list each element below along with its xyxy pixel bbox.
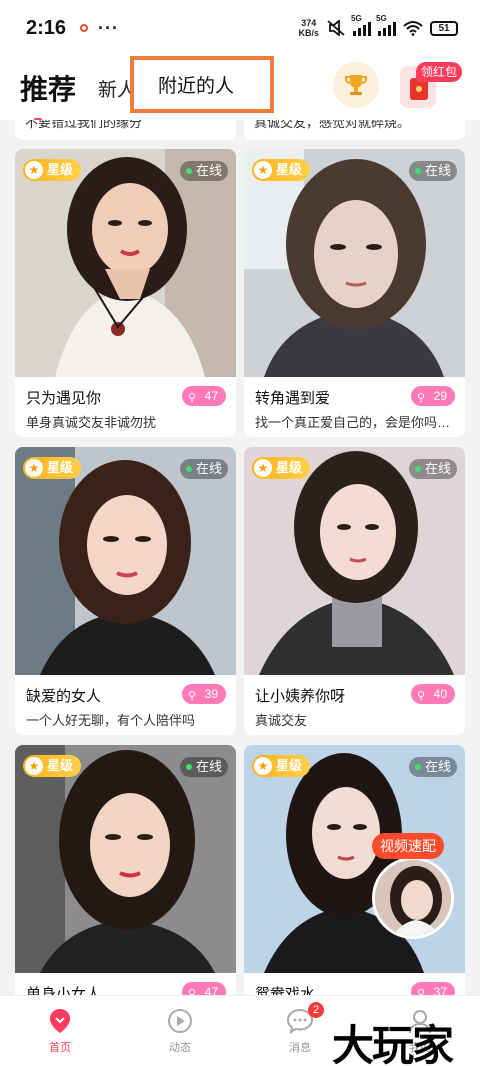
online-status: 在线 xyxy=(179,757,228,777)
profile-photo: ★ 星级 在线 xyxy=(15,745,236,973)
more-notifications-icon: ··· xyxy=(98,17,120,38)
profile-photo: ★ 星级 在线 xyxy=(15,447,236,675)
star-icon: ★ xyxy=(254,757,272,775)
vip-badge: ★ 星级 xyxy=(252,457,311,479)
vip-badge: ★ 星级 xyxy=(252,159,311,181)
key-icon: ⚲ xyxy=(417,690,426,702)
vip-badge: ★ 星级 xyxy=(252,755,311,777)
card-description: 单身真诚交友非诚勿扰 xyxy=(26,415,157,430)
tab-recommend[interactable]: 推荐 xyxy=(20,68,76,122)
network-speed: 374 KB/s xyxy=(298,18,319,38)
top-tab-bar: 推荐 新人 附近的人 领红包 xyxy=(0,56,480,122)
key-icon: ⚲ xyxy=(188,690,197,702)
online-status: 在线 xyxy=(179,161,228,181)
home-icon xyxy=(50,1009,70,1033)
star-icon: ★ xyxy=(254,161,272,179)
likes-badge: ⚲ 47 xyxy=(182,386,226,406)
online-status: 在线 xyxy=(408,459,457,479)
online-status: 在线 xyxy=(408,161,457,181)
trophy-icon[interactable] xyxy=(333,62,379,108)
tab-nearby[interactable]: 附近的人 xyxy=(130,56,274,113)
card-name: 转角遇到爱 xyxy=(255,390,331,407)
profile-photo: ★ 星级 在线 视频速配 xyxy=(244,745,465,973)
profile-card[interactable]: ★星级 在线 单身小女人 ⚲47 xyxy=(15,745,236,1033)
profile-photo: ★ 星级 在线 xyxy=(244,149,465,377)
signal-icon-1: 5G xyxy=(351,14,371,36)
key-icon: ⚲ xyxy=(188,392,197,404)
online-status: 在线 xyxy=(179,459,228,479)
key-icon: ⚲ xyxy=(417,392,426,404)
watermark-logo: 大玩家 xyxy=(332,1021,454,1066)
likes-badge: ⚲ 29 xyxy=(411,386,455,406)
star-icon: ★ xyxy=(25,161,43,179)
vip-badge: ★ 星级 xyxy=(23,457,82,479)
notification-dot-icon xyxy=(80,24,89,32)
prev-card-remnant-right[interactable]: 真诚交友，感觉对就碎烧。 xyxy=(244,120,465,140)
card-name: 只为遇见你 xyxy=(26,390,102,407)
card-description: 真诚交友 xyxy=(255,713,308,728)
card-description: 一个人好无聊，有个人陪伴吗 xyxy=(26,713,196,728)
profile-card[interactable]: ★ 星级 在线 转角遇到爱 找一个真正爱自己的，会是你吗… ⚲ 29 xyxy=(244,149,465,437)
card-name: 缺爱的女人 xyxy=(26,688,102,705)
star-icon: ★ xyxy=(25,459,43,477)
profile-card[interactable]: ★ 星级 在线 让小姨养你呀 真诚交友 ⚲ 40 xyxy=(244,447,465,735)
nav-home[interactable]: 首页 xyxy=(0,996,120,1066)
wifi-icon xyxy=(403,21,423,36)
star-icon: ★ xyxy=(254,459,272,477)
nav-feed[interactable]: 动态 xyxy=(120,996,240,1066)
battery-icon: 51 xyxy=(430,20,458,36)
message-count-badge: 2 xyxy=(308,1002,324,1018)
card-description: 找一个真正爱自己的，会是你吗… xyxy=(255,415,451,430)
profile-card[interactable]: ★ 星级 在线 缺爱的女人 一个人好无聊，有个人陪伴吗 ⚲ 39 xyxy=(15,447,236,735)
mute-icon xyxy=(327,20,345,36)
profile-photo: ★ 星级 在线 xyxy=(244,447,465,675)
vip-badge: ★ 星级 xyxy=(23,159,82,181)
vip-badge: ★ 星级 xyxy=(23,755,82,777)
online-status: 在线 xyxy=(408,757,457,777)
card-name: 让小姨养你呀 xyxy=(255,688,346,705)
star-icon: ★ xyxy=(25,757,43,775)
red-packet-badge[interactable]: 领红包 xyxy=(416,62,463,82)
signal-icon-2: 5G xyxy=(376,14,396,36)
profile-card[interactable]: ★ 星级 在线 只为遇见你 单身真诚交友非诚勿扰 ⚲ 47 xyxy=(15,149,236,437)
likes-badge: ⚲ 40 xyxy=(411,684,455,704)
likes-badge: ⚲ 39 xyxy=(182,684,226,704)
play-icon xyxy=(168,1009,192,1033)
status-time: 2:16 xyxy=(26,16,67,39)
video-match-avatar[interactable] xyxy=(372,857,454,939)
video-match-button[interactable]: 视频速配 xyxy=(372,833,444,859)
status-bar: 2:16 ··· 374 KB/s 5G 5G 51 xyxy=(0,0,480,56)
status-indicators: 374 KB/s 5G 5G 51 xyxy=(298,14,458,38)
prev-card-remnant-left[interactable]: 不要错过我们的缘分 xyxy=(15,120,236,140)
profile-photo: ★ 星级 在线 xyxy=(15,149,236,377)
profile-card[interactable]: ★星级 在线 视频速配 鸳鸯戏水 ⚲37 xyxy=(244,745,465,1033)
